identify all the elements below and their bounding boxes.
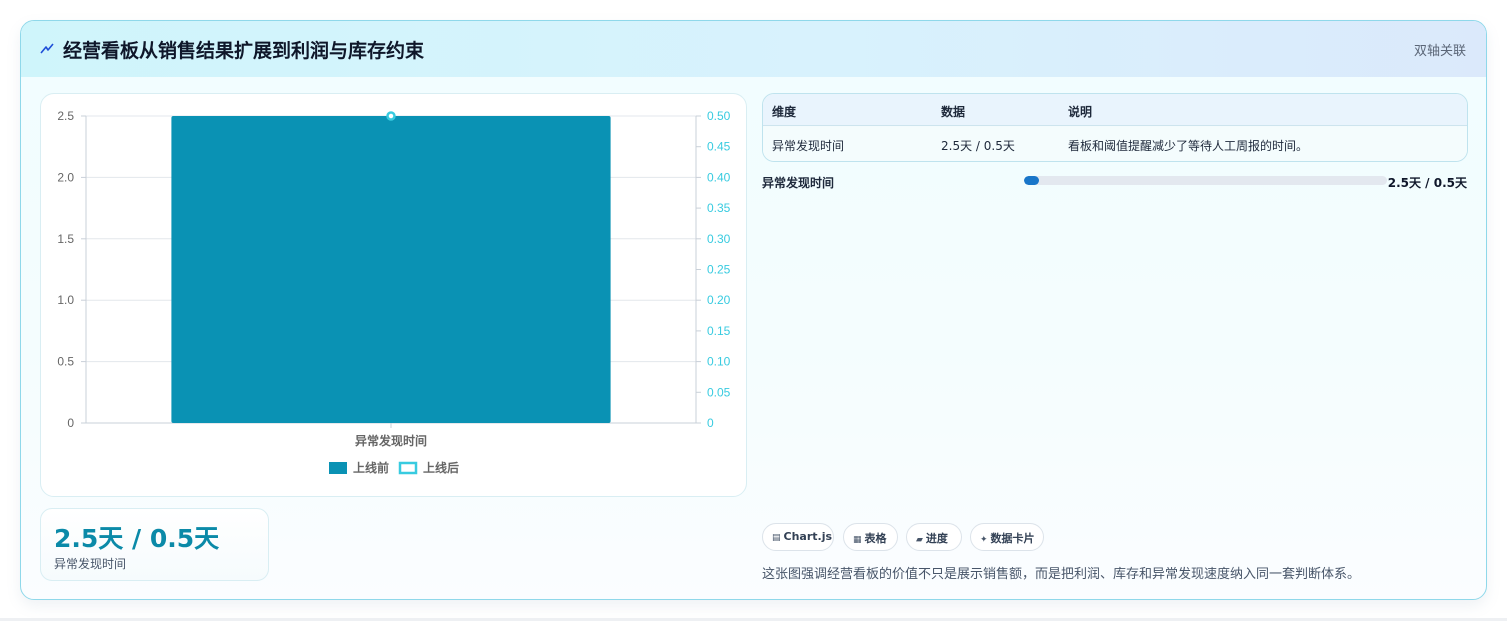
table-row: 异常发现时间 2.5天 / 0.5天 看板和阈值提醒减少了等待人工周报的时间。 bbox=[763, 127, 1467, 161]
y2-tick-label: 0.25 bbox=[707, 263, 731, 277]
y2-tick-label: 0 bbox=[707, 416, 714, 430]
y2-tick-label: 0.15 bbox=[707, 324, 731, 338]
page-title: 经营看板从销售结果扩展到利润与库存约束 bbox=[63, 40, 425, 62]
y-tick-label: 1.0 bbox=[57, 293, 74, 307]
chart-card: 0 0.5 1.0 1.5 2.0 2.5 0 0.05 0.10 0.15 0.20 0.25 0.3… bbox=[40, 93, 747, 497]
chip-label: 进度 bbox=[925, 532, 948, 545]
page: 经营看板从销售结果扩展到利润与库存约束 双轴关联 0 0.5 1.0 1.5 2.0 2.… bbox=[0, 0, 1507, 621]
chip-table[interactable]: ▦ 表格 bbox=[843, 523, 898, 551]
y-tick-label: 2.5 bbox=[57, 109, 74, 123]
chip-label: Chart.js bbox=[783, 530, 833, 543]
legend-label: 上线前 bbox=[353, 460, 389, 475]
y2-tick-label: 0.30 bbox=[707, 232, 731, 246]
chip-progress[interactable]: ▰ 进度 bbox=[906, 523, 962, 551]
x-tick-label: 异常发现时间 bbox=[355, 433, 427, 448]
progress-track bbox=[1024, 176, 1387, 185]
legend-swatch bbox=[329, 462, 347, 474]
y2-tick-label: 0.40 bbox=[707, 170, 731, 184]
chip-data-card[interactable]: ✦ 数据卡片 bbox=[970, 523, 1044, 551]
line-point-上线后 bbox=[386, 111, 396, 121]
progress-icon: ▰ bbox=[916, 535, 923, 545]
y2-tick-label: 0.05 bbox=[707, 385, 731, 399]
stat-card: 2.5天 / 0.5天 异常发现时间 bbox=[40, 508, 269, 581]
progress-fill bbox=[1024, 176, 1039, 185]
spark-icon bbox=[40, 43, 54, 54]
table-cell-dimension: 异常发现时间 bbox=[772, 139, 845, 153]
stat-label: 异常发现时间 bbox=[54, 557, 127, 571]
y-tick-label: 0 bbox=[67, 416, 74, 430]
bar-上线前 bbox=[171, 116, 611, 423]
column-header-note: 说明 bbox=[1068, 105, 1093, 119]
y2-tick-label: 0.20 bbox=[707, 293, 731, 307]
chart-icon: ▤ bbox=[772, 533, 781, 543]
y2-tick-label: 0.45 bbox=[707, 140, 731, 154]
legend-swatch bbox=[398, 461, 418, 475]
bar-line-chart: 0 0.5 1.0 1.5 2.0 2.5 0 0.05 0.10 0.15 0.20 0.25 0.3… bbox=[57, 109, 731, 475]
panel-header: 经营看板从销售结果扩展到利润与库存约束 双轴关联 bbox=[21, 21, 1486, 77]
y-tick-label: 2.0 bbox=[57, 170, 74, 184]
chip-label: 数据卡片 bbox=[990, 532, 1035, 545]
column-header-dimension: 维度 bbox=[772, 105, 797, 119]
y-tick-label: 1.5 bbox=[57, 232, 74, 246]
legend-label: 上线后 bbox=[423, 460, 459, 475]
table-header-row: 维度 数据 说明 bbox=[763, 94, 1467, 126]
chip-label: 表格 bbox=[864, 532, 887, 545]
dual-axis-badge[interactable]: 双轴关联 bbox=[1414, 40, 1466, 59]
footer-note: 这张图强调经营看板的价值不只是展示销售额，而是把利润、库存和异常发现速度纳入同一… bbox=[762, 567, 1361, 582]
data-table: 维度 数据 说明 异常发现时间 2.5天 / 0.5天 看板和阈值提醒减少了等待… bbox=[762, 93, 1468, 162]
table-icon: ▦ bbox=[853, 535, 862, 545]
y-tick-label: 0.5 bbox=[57, 355, 74, 369]
table-cell-note: 看板和阈值提醒减少了等待人工周报的时间。 bbox=[1068, 139, 1309, 153]
progress-value: 2.5天 / 0.5天 bbox=[1387, 176, 1467, 190]
chip-chartjs[interactable]: ▤ Chart.js bbox=[762, 523, 834, 551]
y2-tick-label: 0.50 bbox=[707, 109, 731, 123]
stat-value: 2.5天 / 0.5天 bbox=[54, 524, 220, 553]
dashboard-panel: 经营看板从销售结果扩展到利润与库存约束 双轴关联 0 0.5 1.0 1.5 2.0 2.… bbox=[20, 20, 1487, 600]
table-cell-data: 2.5天 / 0.5天 bbox=[941, 139, 1015, 153]
y2-tick-label: 0.35 bbox=[707, 201, 731, 215]
y2-tick-label: 0.10 bbox=[707, 355, 731, 369]
sparkle-icon: ✦ bbox=[980, 535, 988, 545]
progress-label: 异常发现时间 bbox=[762, 176, 835, 190]
column-header-data: 数据 bbox=[941, 105, 966, 119]
